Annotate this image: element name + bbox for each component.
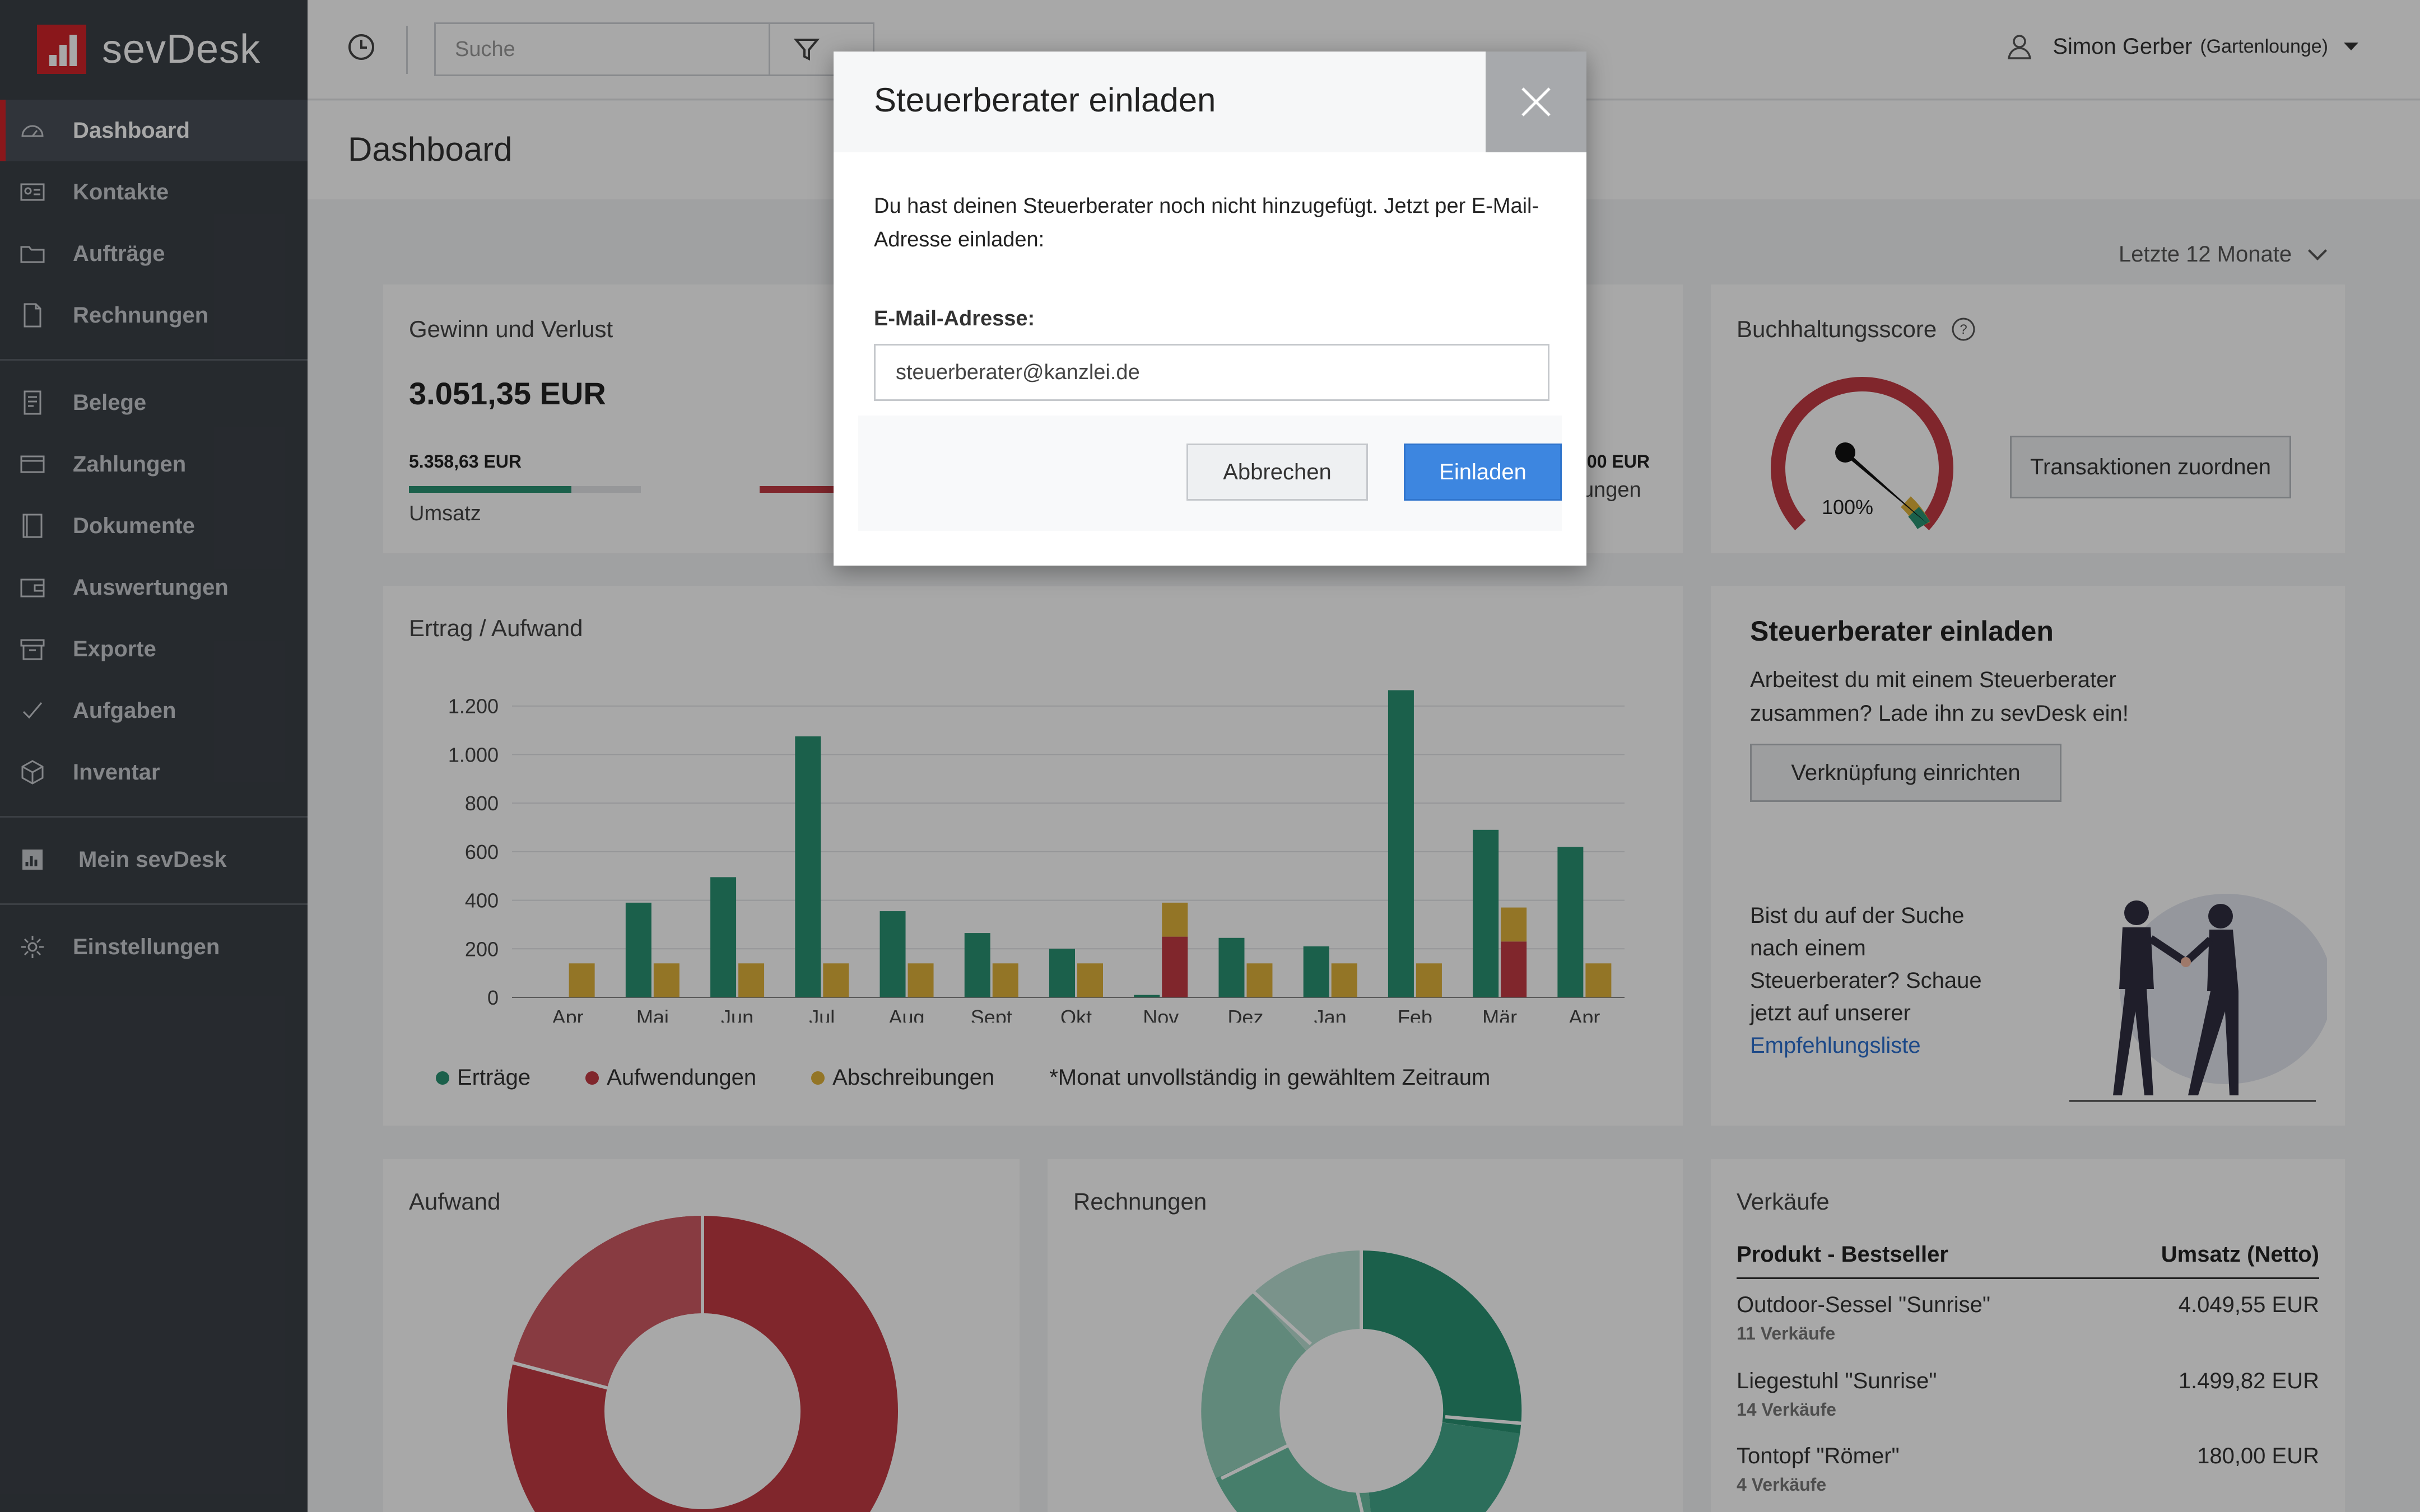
close-button[interactable] [1486,52,1586,152]
dialog-footer: Abbrechen Einladen [858,416,1562,531]
invite-button[interactable]: Einladen [1404,444,1562,501]
email-label: E-Mail-Adresse: [874,307,1035,330]
cancel-button[interactable]: Abbrechen [1186,444,1368,501]
invite-tax-advisor-dialog: Steuerberater einladen Du hast deinen St… [834,52,1586,566]
email-field[interactable] [874,344,1549,401]
dialog-title: Steuerberater einladen [874,81,1216,119]
close-icon [1521,87,1551,116]
dialog-text: Du hast deinen Steuerberater noch nicht … [874,194,1539,251]
dialog-header: Steuerberater einladen [834,52,1586,152]
